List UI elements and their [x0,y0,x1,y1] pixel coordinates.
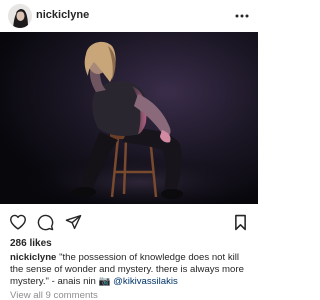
avatar[interactable] [8,4,32,28]
caption-mention[interactable]: @kikivassilakis [113,276,178,287]
more-options-icon[interactable] [234,8,250,24]
avatar-image [8,4,32,28]
view-comments-link[interactable]: View all 9 comments [10,290,98,300]
post-photo[interactable] [0,32,258,204]
bookmark-icon[interactable] [231,213,249,231]
post-username[interactable]: nickiclyne [36,9,89,21]
heart-icon[interactable] [9,213,27,231]
post-actions [0,204,258,236]
post-caption: nickiclyne "the possession of knowledge … [10,252,250,289]
camera-emoji: 📷 [98,276,111,288]
caption-username[interactable]: nickiclyne [10,252,56,263]
paper-plane-icon[interactable] [64,213,82,231]
post-header: nickiclyne [0,0,258,32]
likes-count[interactable]: 286 likes [10,238,52,249]
comment-icon[interactable] [36,213,54,231]
